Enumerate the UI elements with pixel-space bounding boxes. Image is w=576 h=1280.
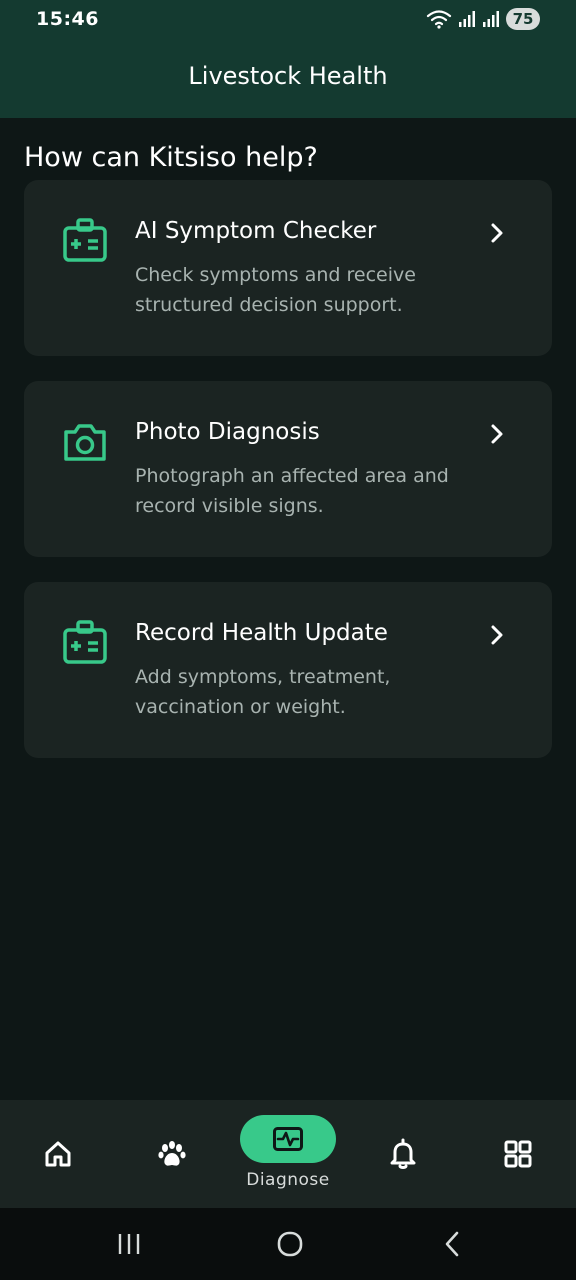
app-screen: 15:46 75 Livestock Health How can Kitsis… bbox=[0, 0, 576, 1280]
section-title: How can Kitsiso help? bbox=[24, 142, 318, 173]
nav-diagnose[interactable] bbox=[240, 1115, 336, 1163]
chevron-right-icon bbox=[491, 424, 503, 444]
back-button[interactable] bbox=[432, 1226, 472, 1262]
card-description: Photograph an affected area and record v… bbox=[135, 465, 449, 517]
card-title: AI Symptom Checker bbox=[135, 218, 377, 244]
nav-notifications[interactable] bbox=[353, 1100, 453, 1208]
recent-apps-button[interactable] bbox=[109, 1226, 149, 1262]
card-description: Check symptoms and receive structured de… bbox=[135, 264, 416, 316]
paw-icon bbox=[158, 1141, 186, 1166]
status-icons: 75 bbox=[426, 7, 540, 31]
card-photo-diagnosis[interactable]: Photo Diagnosis Photograph an affected a… bbox=[24, 381, 552, 557]
medical-kit-icon bbox=[63, 620, 107, 664]
wifi-icon bbox=[426, 10, 452, 29]
recent-apps-icon bbox=[118, 1234, 140, 1254]
chevron-right-icon bbox=[491, 223, 503, 243]
bell-icon bbox=[390, 1138, 416, 1169]
home-icon bbox=[45, 1141, 71, 1167]
page-title: Livestock Health bbox=[188, 62, 388, 90]
card-title: Photo Diagnosis bbox=[135, 419, 320, 445]
bottom-navigation: Diagnose bbox=[0, 1100, 576, 1208]
card-record-health-update[interactable]: Record Health Update Add symptoms, treat… bbox=[24, 582, 552, 758]
app-header: 15:46 75 Livestock Health bbox=[0, 0, 576, 118]
back-icon bbox=[445, 1231, 459, 1257]
card-title: Record Health Update bbox=[135, 620, 388, 646]
signal-icon-2 bbox=[483, 11, 499, 27]
system-navigation-bar bbox=[0, 1208, 576, 1280]
chevron-right-icon bbox=[491, 625, 503, 645]
grid-icon bbox=[504, 1140, 532, 1168]
signal-icon-1 bbox=[459, 11, 475, 27]
heartbeat-icon bbox=[273, 1127, 303, 1151]
card-description: Add symptoms, treatment, vaccination or … bbox=[135, 666, 391, 718]
home-button[interactable] bbox=[270, 1226, 310, 1262]
status-time: 15:46 bbox=[36, 8, 99, 30]
nav-more[interactable] bbox=[468, 1100, 568, 1208]
camera-icon bbox=[64, 424, 106, 461]
medical-kit-icon bbox=[63, 218, 107, 262]
nav-animals[interactable] bbox=[122, 1100, 222, 1208]
battery-indicator: 75 bbox=[506, 8, 540, 30]
card-ai-symptom-checker[interactable]: AI Symptom Checker Check symptoms and re… bbox=[24, 180, 552, 356]
nav-home[interactable] bbox=[8, 1100, 108, 1208]
nav-diagnose-label: Diagnose bbox=[246, 1170, 330, 1190]
home-circle-icon bbox=[277, 1231, 303, 1257]
